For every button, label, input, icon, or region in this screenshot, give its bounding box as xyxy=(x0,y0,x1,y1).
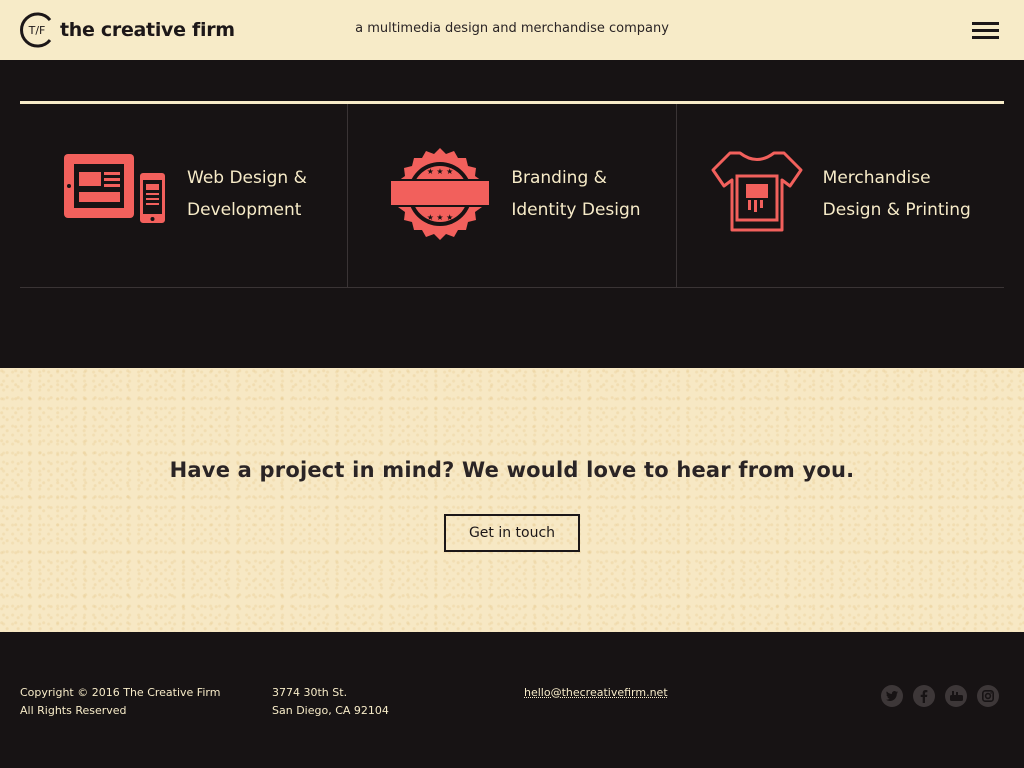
services-row: Web Design & Development ★ ★ ★ ★ ★ ★ Bra… xyxy=(20,104,1004,288)
hamburger-icon-bar xyxy=(972,22,999,25)
svg-text:★ ★ ★: ★ ★ ★ xyxy=(427,213,454,222)
services-section: Web Design & Development ★ ★ ★ ★ ★ ★ Bra… xyxy=(0,60,1024,368)
svg-text:★ ★ ★: ★ ★ ★ xyxy=(427,167,454,176)
twitter-icon[interactable] xyxy=(881,685,903,707)
hamburger-icon-bar xyxy=(972,29,999,32)
instagram-icon[interactable] xyxy=(977,685,999,707)
address-city: San Diego, CA 92104 xyxy=(272,704,389,717)
address-street: 3774 30th St. xyxy=(272,686,348,699)
service-label-line1: Branding & xyxy=(511,168,607,188)
rights-line: All Rights Reserved xyxy=(20,704,127,717)
service-label-line2: Identity Design xyxy=(511,200,641,220)
get-in-touch-button[interactable]: Get in touch xyxy=(444,514,580,552)
tagline: a multimedia design and merchandise comp… xyxy=(355,21,669,36)
service-label-line1: Web Design & xyxy=(187,168,307,188)
service-label: Merchandise Design & Printing xyxy=(823,162,971,226)
tshirt-icon xyxy=(710,150,804,236)
service-label: Branding & Identity Design xyxy=(511,162,640,226)
hamburger-icon-bar xyxy=(972,36,999,39)
contact-email-block: hello@thecreativefirm.net xyxy=(524,684,668,702)
badge-icon: ★ ★ ★ ★ ★ ★ xyxy=(388,146,492,244)
copyright-line: Copyright © 2016 The Creative Firm xyxy=(20,686,221,699)
site-footer: Copyright © 2016 The Creative Firm All R… xyxy=(0,632,1024,768)
cta-heading: Have a project in mind? We would love to… xyxy=(169,458,855,482)
address: 3774 30th St. San Diego, CA 92104 xyxy=(272,684,389,720)
contact-cta-section: Have a project in mind? We would love to… xyxy=(0,368,1024,632)
service-web-design[interactable]: Web Design & Development xyxy=(20,104,349,287)
email-link[interactable]: hello@thecreativefirm.net xyxy=(524,684,668,702)
service-merchandise[interactable]: Merchandise Design & Printing xyxy=(677,104,1004,287)
service-label-line2: Design & Printing xyxy=(822,200,971,220)
service-label-line1: Merchandise xyxy=(822,168,931,188)
social-links xyxy=(881,685,999,707)
facebook-icon[interactable] xyxy=(913,685,935,707)
service-label: Web Design & Development xyxy=(187,162,307,226)
service-branding[interactable]: ★ ★ ★ ★ ★ ★ Branding & Identity Design xyxy=(348,104,677,287)
hamburger-menu-button[interactable] xyxy=(972,22,999,40)
site-header: T/F the creative firm a multimedia desig… xyxy=(0,0,1024,60)
youtube-icon[interactable] xyxy=(945,685,967,707)
devices-icon xyxy=(62,152,168,230)
service-label-line2: Development xyxy=(187,200,302,220)
copyright: Copyright © 2016 The Creative Firm All R… xyxy=(20,684,220,720)
